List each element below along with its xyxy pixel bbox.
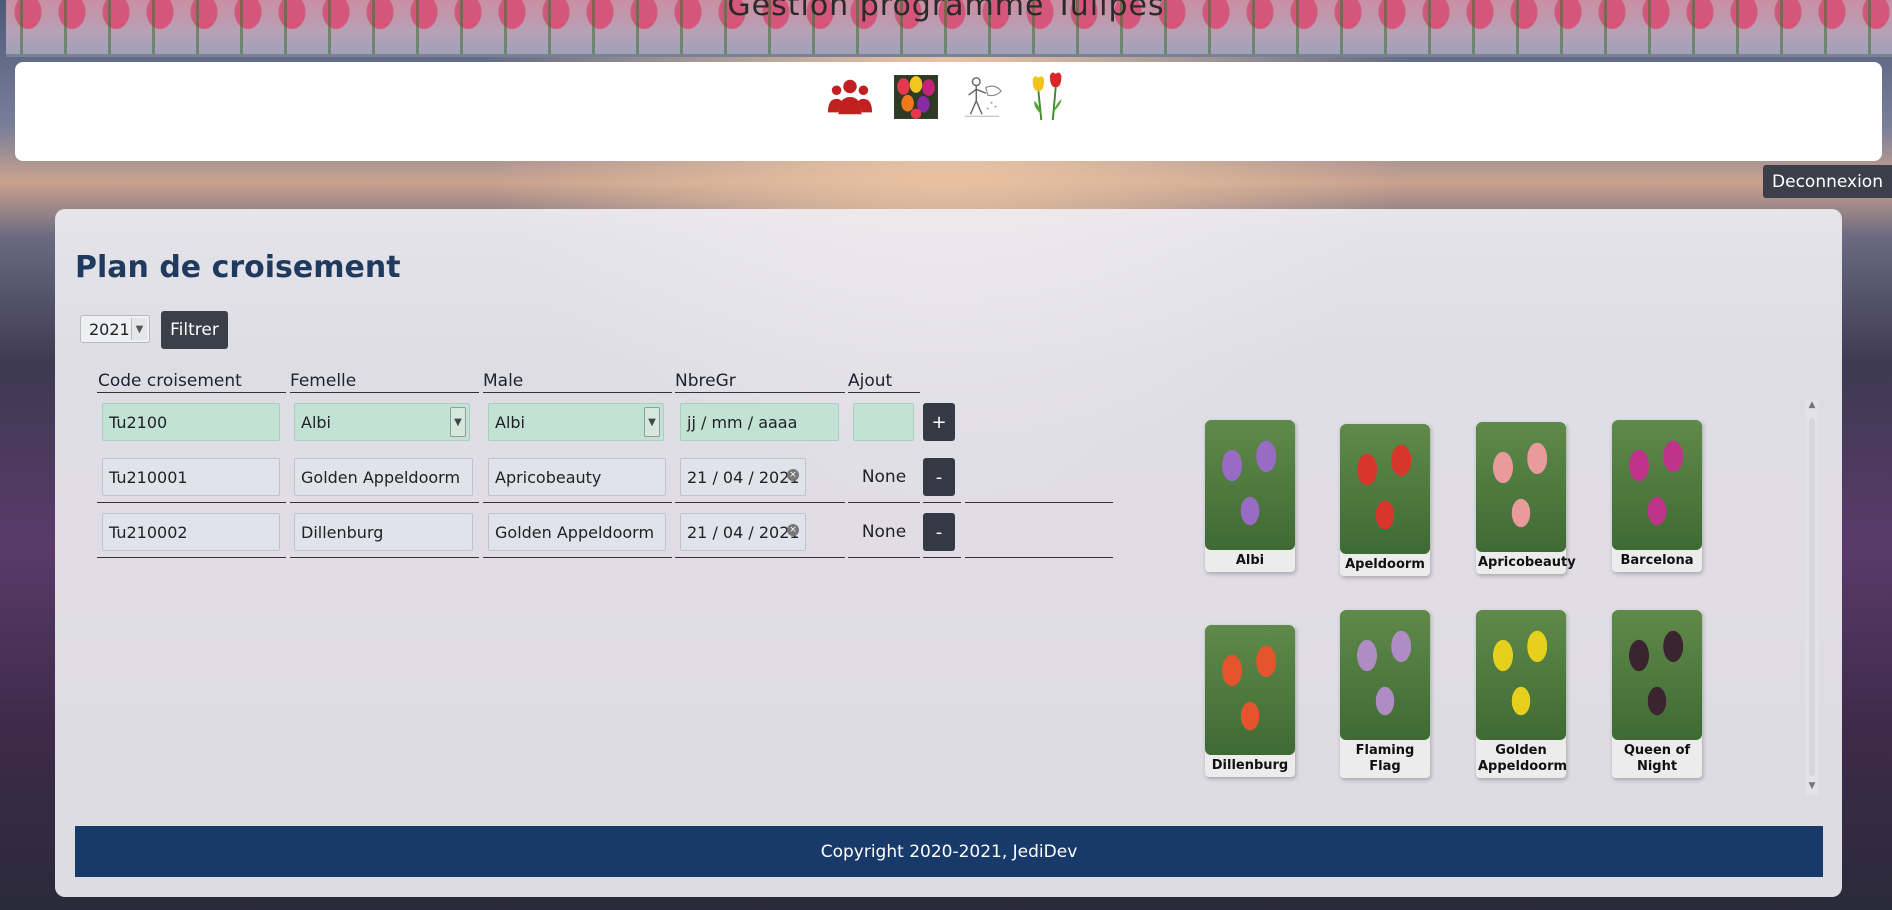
variety-card[interactable]: Golden Appeldoorm — [1476, 610, 1568, 778]
tulip-photo — [1476, 422, 1566, 552]
divider — [965, 557, 1113, 558]
year-select-value: 2021 — [89, 319, 130, 339]
row-code-input[interactable]: Tu210001 — [102, 458, 280, 496]
header-code: Code croisement — [98, 371, 242, 391]
filter-button[interactable]: Filtrer — [161, 311, 228, 349]
row-male-input[interactable]: Golden Appeldoorm — [488, 513, 666, 551]
row-date-value: 21 / 04 / 2021 — [687, 467, 800, 487]
logout-button[interactable]: Deconnexion — [1763, 165, 1892, 198]
divider — [675, 502, 845, 503]
page-title: Plan de croisement — [75, 250, 401, 285]
add-row-button[interactable]: + — [923, 403, 955, 441]
divider — [965, 502, 1113, 503]
two-tulips-icon — [1032, 72, 1061, 121]
tulip-photo — [1205, 420, 1295, 550]
row-femelle-input[interactable]: Golden Appeldoorm — [294, 458, 473, 496]
divider — [97, 557, 286, 558]
variety-name: Dillenburg — [1211, 758, 1289, 773]
variety-name: Barcelona — [1620, 553, 1694, 568]
variety-card[interactable]: Albi — [1205, 420, 1295, 572]
nav-users-button[interactable] — [827, 72, 873, 122]
nav-varieties-button[interactable] — [893, 72, 939, 122]
navbar — [15, 62, 1882, 161]
chevron-up-icon[interactable]: ▲ — [1806, 400, 1818, 414]
tulip-photo — [1340, 610, 1430, 740]
divider — [675, 557, 845, 558]
divider — [97, 392, 286, 393]
variety-name: Albi — [1235, 553, 1265, 568]
divider — [848, 557, 920, 558]
variety-name: Apricobeauty — [1478, 555, 1576, 570]
divider — [483, 392, 672, 393]
divider — [290, 392, 479, 393]
header-male: Male — [483, 371, 524, 391]
year-select[interactable]: 2021 ▼ — [80, 315, 150, 343]
chevron-down-icon: ▼ — [450, 407, 466, 437]
variety-card[interactable]: Flaming Flag — [1340, 610, 1430, 778]
new-male-value: Albi — [495, 412, 525, 432]
new-code-input[interactable]: Tu2100 — [102, 403, 280, 441]
tulip-photo — [1340, 424, 1430, 554]
variety-name: Flaming Flag — [1355, 743, 1415, 774]
gallery-scrollbar[interactable]: ▲ ▼ — [1806, 400, 1818, 795]
new-femelle-select[interactable]: Albi ▼ — [294, 403, 470, 441]
scrollbar-track[interactable] — [1809, 418, 1815, 776]
header-nbregr: NbreGr — [675, 371, 736, 391]
nav-gardener-button[interactable] — [959, 72, 1005, 122]
variety-name: Apeldoorm — [1345, 557, 1425, 572]
divider — [97, 502, 286, 503]
tulip-bouquet-icon — [893, 75, 938, 119]
row-nbre-value: None — [861, 467, 907, 487]
divider — [483, 557, 672, 558]
variety-card[interactable]: Dillenburg — [1205, 625, 1295, 777]
remove-row-button[interactable]: - — [923, 458, 955, 496]
tulip-photo — [1612, 420, 1702, 550]
divider — [848, 392, 920, 393]
users-icon — [827, 79, 872, 115]
row-date-input[interactable]: 21 / 04 / 2021 × — [680, 458, 806, 496]
divider — [675, 392, 845, 393]
row-date-value: 21 / 04 / 2021 — [687, 522, 800, 542]
chevron-down-icon[interactable]: ▼ — [1806, 781, 1818, 795]
gardener-icon — [964, 77, 1002, 117]
divider — [290, 502, 479, 503]
chevron-down-icon: ▼ — [644, 407, 660, 437]
row-male-input[interactable]: Apricobeauty — [488, 458, 666, 496]
variety-card[interactable]: Apeldoorm — [1340, 424, 1430, 576]
row-code-input[interactable]: Tu210002 — [102, 513, 280, 551]
nav-crossing-button[interactable] — [1025, 72, 1071, 122]
variety-card[interactable]: Queen of Night — [1612, 610, 1702, 778]
row-nbre-value: None — [861, 522, 907, 542]
divider — [848, 502, 920, 503]
variety-card[interactable]: Apricobeauty — [1476, 422, 1576, 574]
new-femelle-value: Albi — [301, 412, 331, 432]
variety-name: Queen of Night — [1623, 743, 1691, 774]
new-nbregr-input[interactable] — [853, 403, 914, 441]
row-femelle-input[interactable]: Dillenburg — [294, 513, 473, 551]
divider — [923, 557, 961, 558]
clear-icon[interactable]: × — [787, 524, 799, 536]
variety-card[interactable]: Barcelona — [1612, 420, 1702, 572]
variety-name: Golden Appeldoorm — [1478, 743, 1568, 774]
divider — [483, 502, 672, 503]
remove-row-button[interactable]: - — [923, 513, 955, 551]
new-male-select[interactable]: Albi ▼ — [488, 403, 664, 441]
divider — [290, 557, 479, 558]
divider — [923, 502, 961, 503]
new-date-input[interactable]: jj / mm / aaaa — [680, 403, 839, 441]
tulip-photo — [1205, 625, 1295, 755]
variety-gallery: Albi Apeldoorm Apricobeauty Barcelona Di… — [1180, 400, 1810, 795]
chevron-down-icon: ▼ — [131, 318, 147, 340]
footer: Copyright 2020-2021, JediDev — [75, 826, 1823, 877]
app-title: Gestion programme Tulipes — [727, 0, 1165, 23]
row-date-input[interactable]: 21 / 04 / 2021 × — [680, 513, 806, 551]
tulip-photo — [1612, 610, 1702, 740]
clear-icon[interactable]: × — [787, 469, 799, 481]
header-ajout: Ajout — [848, 371, 893, 391]
tulip-photo — [1476, 610, 1566, 740]
header-femelle: Femelle — [290, 371, 357, 391]
